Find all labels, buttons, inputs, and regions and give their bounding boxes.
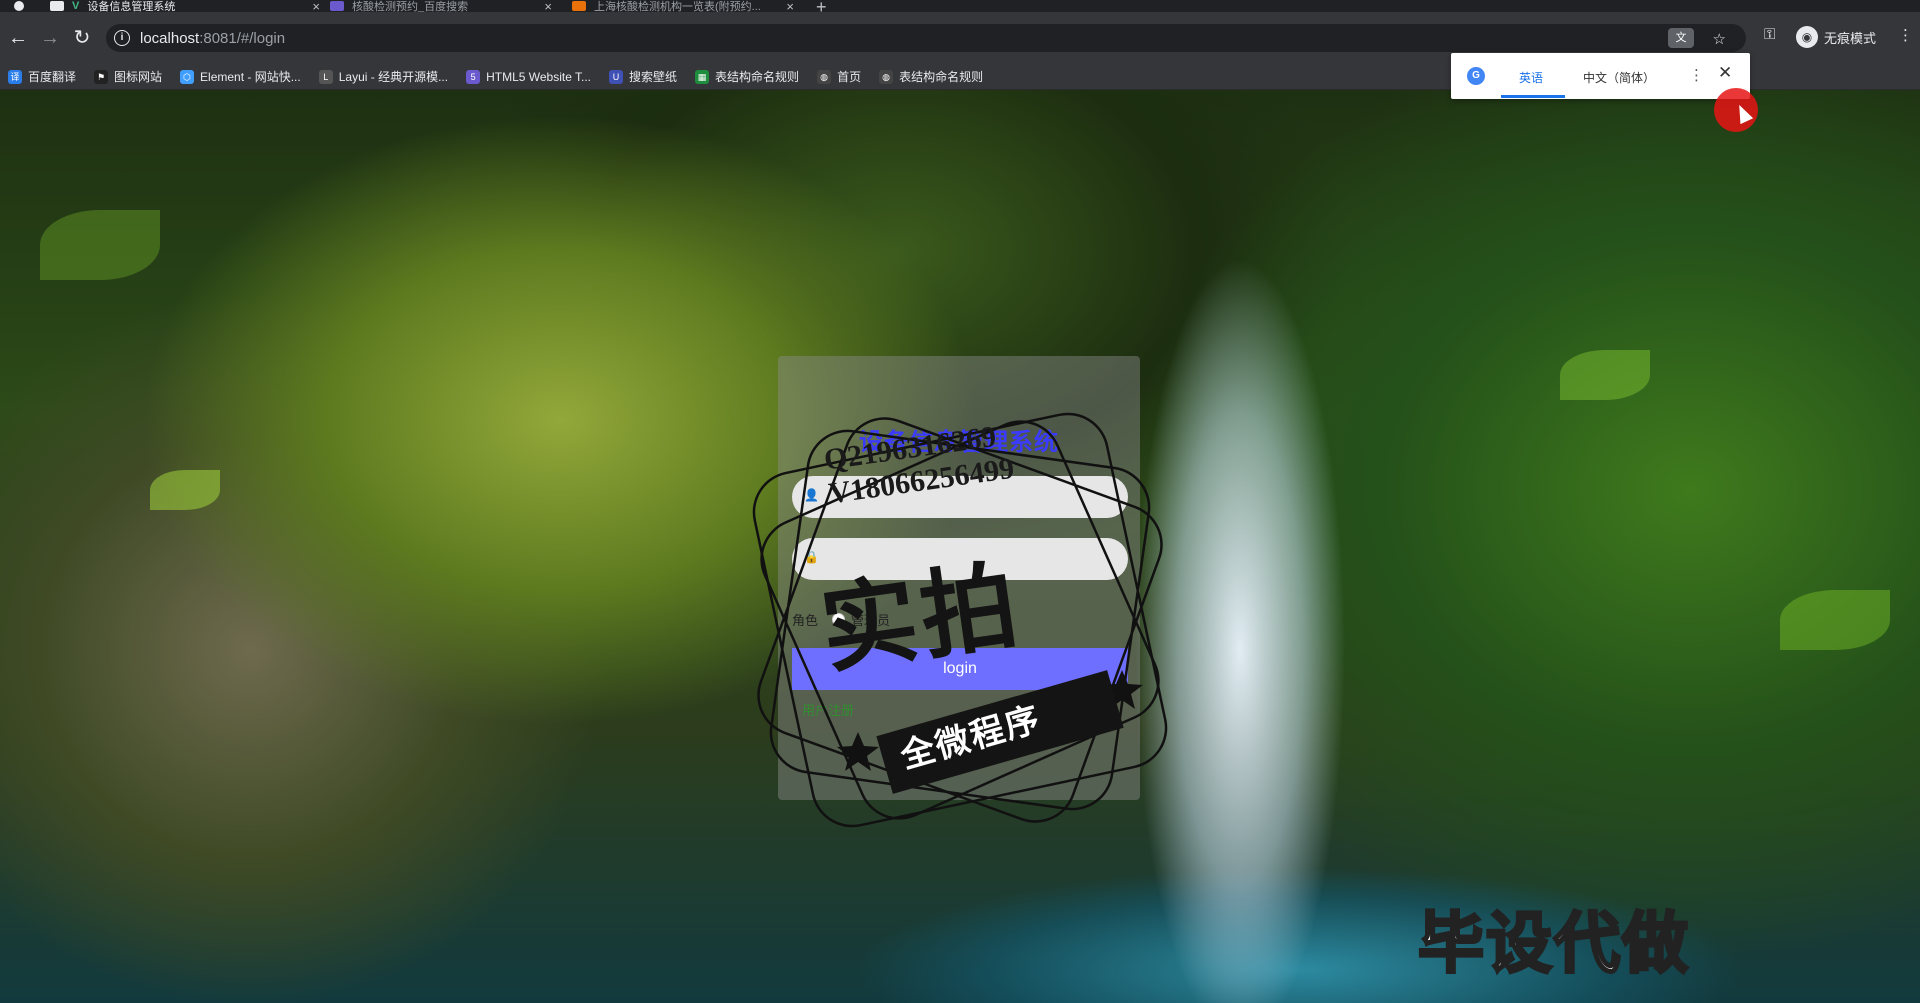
bookmark-label: 百度翻译 (28, 70, 77, 84)
bookmark-item[interactable]: 译百度翻译 (8, 68, 76, 85)
bookmark-item[interactable]: ◍ 首页 (817, 68, 861, 85)
baidu-translate-icon: 译 (8, 69, 22, 84)
more-menu-icon[interactable]: ⋮ (1898, 26, 1913, 44)
bookmark-label: Layui - 经典开源模... (338, 70, 449, 84)
watermark-big-text: 实拍 (814, 551, 1028, 686)
close-icon[interactable]: ✕ (1718, 63, 1732, 83)
bookmark-item[interactable]: 5 HTML5 Website T... (466, 69, 592, 84)
google-translate-icon: G (1467, 67, 1485, 85)
translate-target-tab[interactable]: 中文（简体） (1583, 69, 1655, 86)
baidu-icon (330, 1, 344, 11)
vue-icon: V (72, 0, 80, 12)
bookmark-label: 表结构命名规则 (899, 70, 984, 84)
background-leaf (1560, 350, 1650, 400)
translate-icon[interactable]: 文 (1668, 28, 1694, 48)
background-leaf (1780, 590, 1890, 650)
bookmark-item[interactable]: L Layui - 经典开源模... (318, 68, 449, 85)
tab-active[interactable]: V 设备信息管理系统 × (50, 0, 320, 14)
active-tab-indicator (1501, 95, 1565, 98)
bookmark-item[interactable]: ▦ 表结构命名规则 (695, 68, 799, 85)
element-icon: ⬡ (180, 69, 195, 84)
incognito-icon: ◉ (1796, 26, 1818, 48)
site-icon (572, 1, 586, 11)
url-text[interactable]: localhost:8081/#/login (140, 30, 285, 47)
login-page-background: 设备信息管理系统 👤 🔒 角色 管理员 login 用户注册 Q21963162 (0, 90, 1920, 1003)
bookmark-label: 表结构命名规则 (715, 70, 800, 84)
url-host: localhost (140, 30, 200, 47)
bookmark-item[interactable]: U 搜索壁纸 (609, 68, 677, 85)
translate-popup: G 英语 中文（简体） ⋮ ✕ (1451, 53, 1750, 99)
bookmark-label: 图标网站 (114, 70, 163, 84)
address-bar[interactable]: i localhost:8081/#/login 文 ☆ (106, 24, 1746, 52)
bookmark-label: HTML5 Website T... (486, 69, 592, 84)
back-arrow-icon[interactable]: ← (6, 26, 30, 50)
bookmark-item[interactable]: ◍ 表结构命名规则 (879, 68, 983, 85)
info-icon[interactable]: i (114, 30, 130, 46)
incognito-label: 无痕模式 (1824, 30, 1877, 46)
tab-baidu[interactable]: 核酸检测预约_百度搜索 × (330, 0, 552, 14)
bookmark-label: Element - 网站快... (200, 70, 301, 84)
globe-icon: ◍ (817, 69, 832, 84)
reload-icon[interactable]: ↻ (70, 26, 94, 50)
tab-strip: V 设备信息管理系统 × 核酸检测预约_百度搜索 × 上海核酸检测机构一览表(附… (0, 0, 1920, 17)
bookmark-label: 搜索壁纸 (629, 70, 678, 84)
background-leaf (40, 210, 160, 280)
globe-icon: ◍ (879, 69, 894, 84)
tab-shanghai[interactable]: 上海核酸检测机构一览表(附预约... × (572, 0, 794, 14)
flag-icon: ⚑ (94, 69, 109, 84)
html5-icon: 5 (466, 69, 481, 84)
layui-icon: L (318, 69, 333, 84)
more-options-icon[interactable]: ⋮ (1689, 66, 1704, 84)
background-leaf (150, 470, 220, 510)
bookmark-label: 首页 (837, 70, 862, 84)
incognito-indicator[interactable]: ◉ 无痕模式 (1796, 26, 1876, 48)
bookmark-item[interactable]: ⚑ 图标网站 (94, 68, 162, 85)
sheet-icon: ▦ (695, 69, 710, 84)
wallpaper-icon: U (609, 69, 624, 84)
translate-source-tab[interactable]: 英语 (1519, 69, 1543, 86)
star-icon[interactable]: ☆ (1713, 30, 1726, 48)
page-icon (50, 1, 64, 11)
chrome-menu-icon[interactable] (14, 0, 24, 12)
key-icon[interactable]: ⚿ (1764, 26, 1775, 43)
bookmark-item[interactable]: ⬡ Element - 网站快... (180, 68, 301, 85)
url-path: :8081/#/login (199, 30, 286, 47)
forward-arrow-icon[interactable]: → (38, 26, 62, 50)
corner-watermark: 毕设代做 (1417, 905, 1690, 982)
